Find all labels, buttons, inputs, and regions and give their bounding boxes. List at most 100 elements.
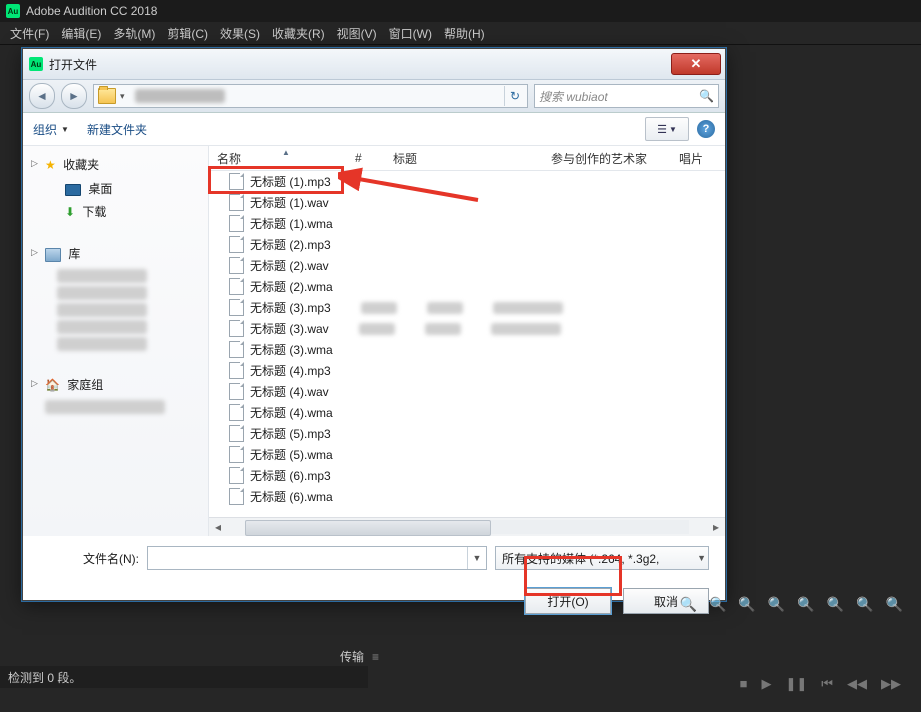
dialog-logo-icon: Au <box>29 57 43 71</box>
file-row[interactable]: 无标题 (6).wma <box>209 486 725 507</box>
dialog-title-bar[interactable]: Au 打开文件 ✕ <box>23 49 725 80</box>
search-input[interactable]: 搜索 wubiaot 🔍 <box>534 84 719 108</box>
menu-file[interactable]: 文件(F) <box>4 25 55 42</box>
sidebar-library[interactable]: ▷ 库 <box>23 241 208 266</box>
file-row[interactable]: 无标题 (5).wma <box>209 444 725 465</box>
menu-bar: 文件(F) 编辑(E) 多轨(M) 剪辑(C) 效果(S) 收藏夹(R) 视图(… <box>0 22 921 45</box>
forward-icon[interactable]: ▶▶ <box>881 676 901 692</box>
collapse-icon[interactable]: ▷ <box>31 378 38 389</box>
stop-icon[interactable]: ■ <box>740 676 748 692</box>
search-icon: 🔍 <box>699 89 714 103</box>
zoom-in-v-icon[interactable]: 🔍 <box>856 596 873 613</box>
menu-window[interactable]: 窗口(W) <box>383 25 438 42</box>
new-folder-button[interactable]: 新建文件夹 <box>87 121 147 138</box>
nav-back-button[interactable]: ◄ <box>29 83 55 109</box>
file-name: 无标题 (5).wma <box>250 446 333 463</box>
menu-fav[interactable]: 收藏夹(R) <box>266 25 331 42</box>
column-headers[interactable]: ▲ 名称 # 标题 参与创作的艺术家 唱片 <box>209 146 725 171</box>
file-row[interactable]: 无标题 (1).mp3 <box>209 171 725 192</box>
play-icon[interactable]: ▶ <box>762 676 772 692</box>
zoom-fit-icon[interactable]: 🔍 <box>797 596 814 613</box>
file-row[interactable]: 无标题 (3).wav <box>209 318 725 339</box>
help-icon[interactable]: ? <box>697 120 715 138</box>
menu-edit[interactable]: 编辑(E) <box>55 25 107 42</box>
col-album[interactable]: 唱片 <box>679 150 711 167</box>
file-name: 无标题 (2).wav <box>250 257 329 274</box>
close-icon[interactable]: ✕ <box>671 53 721 75</box>
sidebar-item-redacted <box>57 320 147 334</box>
menu-multitrack[interactable]: 多轨(M) <box>107 25 161 42</box>
nav-forward-button[interactable]: ► <box>61 83 87 109</box>
file-name: 无标题 (2).mp3 <box>250 236 331 253</box>
zoom-tools: 🔍 🔍 🔍 🔍 🔍 🔍 🔍 🔍 <box>680 596 904 613</box>
horizontal-scrollbar[interactable]: ◂ ▸ <box>209 517 725 536</box>
toolbar: 组织 ▼ 新建文件夹 ☰ ▼ ? <box>23 113 725 146</box>
menu-help[interactable]: 帮助(H) <box>438 25 491 42</box>
col-artist[interactable]: 参与创作的艺术家 <box>551 150 679 167</box>
chevron-down-icon[interactable]: ▼ <box>467 547 486 569</box>
file-icon <box>229 299 244 316</box>
file-row[interactable]: 无标题 (5).mp3 <box>209 423 725 444</box>
sidebar-item-redacted <box>57 303 147 317</box>
view-mode-button[interactable]: ☰ ▼ <box>645 117 689 141</box>
filename-field[interactable]: ▼ <box>147 546 487 570</box>
file-row[interactable]: 无标题 (1).wav <box>209 192 725 213</box>
sidebar-item-desktop[interactable]: 桌面 <box>23 177 208 200</box>
menu-effects[interactable]: 效果(S) <box>214 25 266 42</box>
file-name: 无标题 (2).wma <box>250 278 333 295</box>
sort-asc-icon: ▲ <box>282 148 290 157</box>
file-row[interactable]: 无标题 (6).mp3 <box>209 465 725 486</box>
file-row[interactable]: 无标题 (2).mp3 <box>209 234 725 255</box>
sidebar-item-redacted <box>57 286 147 300</box>
sidebar-homegroup[interactable]: ▷ 🏠 家庭组 <box>23 372 208 397</box>
zoom-in-h-icon[interactable]: 🔍 <box>738 596 755 613</box>
zoom-sel-icon[interactable]: 🔍 <box>827 596 844 613</box>
zoom-out-v-icon[interactable]: 🔍 <box>886 596 903 613</box>
scroll-right-icon[interactable]: ▸ <box>707 519 725 535</box>
zoom-out-h-icon[interactable]: 🔍 <box>768 596 785 613</box>
panel-menu-icon[interactable]: ≡ <box>372 650 378 664</box>
col-num[interactable]: # <box>355 151 393 165</box>
organize-button[interactable]: 组织 ▼ <box>33 121 69 138</box>
file-row[interactable]: 无标题 (4).mp3 <box>209 360 725 381</box>
skip-back-icon[interactable]: ⏮ <box>821 676 833 692</box>
menu-clip[interactable]: 剪辑(C) <box>161 25 214 42</box>
sidebar-favorites[interactable]: ▷ ★ 收藏夹 <box>23 152 208 177</box>
file-row[interactable]: 无标题 (2).wma <box>209 276 725 297</box>
file-name: 无标题 (1).mp3 <box>250 173 331 190</box>
file-type-filter[interactable]: 所有支持的媒体 (*.264, *.3g2, ▼ <box>495 546 709 570</box>
file-row[interactable]: 无标题 (1).wma <box>209 213 725 234</box>
chevron-down-icon[interactable]: ▼ <box>697 547 706 569</box>
sidebar-item-redacted <box>57 269 147 283</box>
col-name[interactable]: 名称 <box>217 152 241 166</box>
file-row[interactable]: 无标题 (4).wma <box>209 402 725 423</box>
file-row[interactable]: 无标题 (4).wav <box>209 381 725 402</box>
file-row[interactable]: 无标题 (3).mp3 <box>209 297 725 318</box>
file-icon <box>229 404 244 421</box>
file-icon <box>229 194 244 211</box>
refresh-icon[interactable]: ↻ <box>504 86 525 106</box>
chevron-down-icon[interactable]: ▾ <box>120 91 125 102</box>
cell-redacted <box>493 302 563 314</box>
open-button[interactable]: 打开(O) <box>525 588 611 614</box>
file-name: 无标题 (3).mp3 <box>250 299 331 316</box>
pause-icon[interactable]: ❚❚ <box>786 676 808 692</box>
zoom-out-icon[interactable]: 🔍 <box>709 596 726 613</box>
file-row[interactable]: 无标题 (2).wav <box>209 255 725 276</box>
path-redacted <box>135 89 225 103</box>
collapse-icon[interactable]: ▷ <box>31 247 38 258</box>
breadcrumb[interactable]: ▾ ↻ <box>93 84 528 108</box>
zoom-in-icon[interactable]: 🔍 <box>680 596 697 613</box>
library-icon <box>45 248 61 262</box>
menu-view[interactable]: 视图(V) <box>331 25 383 42</box>
rewind-icon[interactable]: ◀◀ <box>847 676 867 692</box>
downloads-icon: ⬇ <box>65 205 75 219</box>
scrollbar-thumb[interactable] <box>245 520 491 536</box>
sidebar-item-downloads[interactable]: ⬇ 下载 <box>23 200 208 223</box>
collapse-icon[interactable]: ▷ <box>31 158 38 169</box>
scroll-left-icon[interactable]: ◂ <box>209 519 227 535</box>
file-name: 无标题 (4).wav <box>250 383 329 400</box>
transport-controls: ■ ▶ ❚❚ ⏮ ◀◀ ▶▶ <box>740 676 901 692</box>
col-title[interactable]: 标题 <box>393 150 551 167</box>
file-row[interactable]: 无标题 (3).wma <box>209 339 725 360</box>
